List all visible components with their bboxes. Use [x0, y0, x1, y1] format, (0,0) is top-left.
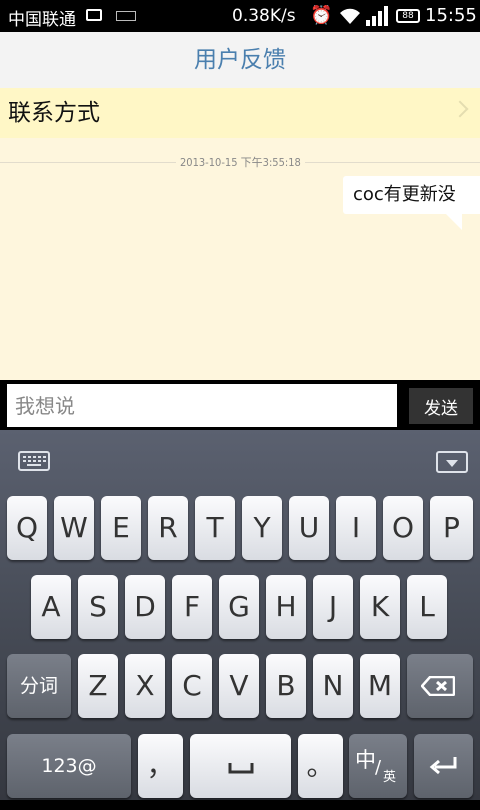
image-notification-icon — [86, 9, 102, 21]
message-input[interactable] — [7, 384, 397, 427]
space-key[interactable] — [190, 734, 291, 798]
contact-info-row[interactable]: 联系方式 — [0, 88, 480, 138]
contact-label: 联系方式 — [8, 100, 100, 126]
backspace-key[interactable] — [407, 654, 473, 718]
key-r[interactable]: R — [148, 496, 188, 560]
status-bar: 中国联通 0.38K/s ⏰ 88 15:55 — [0, 0, 480, 32]
language-slash: / — [375, 757, 382, 778]
key-w[interactable]: W — [54, 496, 94, 560]
message-text: coc有更新没 — [353, 184, 456, 205]
soft-keyboard: Q W E R T Y U I O P A S D F G H J K L 分词… — [0, 430, 480, 800]
keyboard-switch-icon[interactable] — [18, 451, 50, 471]
key-s[interactable]: S — [78, 575, 118, 639]
key-n[interactable]: N — [313, 654, 353, 718]
key-g[interactable]: G — [219, 575, 259, 639]
key-e[interactable]: E — [101, 496, 141, 560]
battery-icon: 88 — [396, 9, 420, 23]
bubble-tail — [446, 214, 462, 230]
key-a[interactable]: A — [31, 575, 71, 639]
wifi-icon — [340, 8, 360, 24]
carrier-label: 中国联通 — [8, 10, 76, 30]
space-icon — [228, 763, 253, 774]
enter-key[interactable] — [414, 734, 473, 798]
segment-key[interactable]: 分词 — [7, 654, 71, 718]
key-u[interactable]: U — [289, 496, 329, 560]
clock: 15:55 — [425, 5, 477, 26]
key-x[interactable]: X — [125, 654, 165, 718]
send-button[interactable]: 发送 — [409, 388, 473, 424]
key-j[interactable]: J — [313, 575, 353, 639]
key-d[interactable]: D — [125, 575, 165, 639]
signal-icon — [366, 6, 388, 26]
backspace-icon — [421, 676, 455, 696]
language-switch-key[interactable]: 中 / 英 — [349, 734, 407, 798]
hide-keyboard-icon[interactable] — [436, 451, 468, 473]
key-f[interactable]: F — [172, 575, 212, 639]
key-y[interactable]: Y — [242, 496, 282, 560]
key-c[interactable]: C — [172, 654, 212, 718]
keyboard-toolbar — [0, 430, 480, 490]
key-k[interactable]: K — [360, 575, 400, 639]
key-q[interactable]: Q — [7, 496, 47, 560]
key-l[interactable]: L — [407, 575, 447, 639]
message-timestamp: 2013-10-15 下午3:55:18 — [176, 154, 305, 170]
page-title: 用户反馈 — [194, 47, 286, 73]
key-v[interactable]: V — [219, 654, 259, 718]
language-primary: 中 — [355, 748, 376, 772]
message-bubble: coc有更新没 — [343, 176, 480, 214]
key-t[interactable]: T — [195, 496, 235, 560]
numbers-symbols-key[interactable]: 123@ — [7, 734, 131, 798]
key-h[interactable]: H — [266, 575, 306, 639]
enter-icon — [429, 757, 456, 775]
composer: 发送 — [0, 380, 480, 430]
net-speed: 0.38K/s — [232, 6, 296, 26]
key-i[interactable]: I — [336, 496, 376, 560]
key-b[interactable]: B — [266, 654, 306, 718]
chevron-right-icon — [451, 100, 469, 118]
chat-area[interactable]: 2013-10-15 下午3:55:18 coc有更新没 — [0, 138, 480, 380]
comma-key[interactable]: ， — [138, 734, 183, 798]
language-secondary: 英 — [383, 770, 397, 785]
keyboard-notification-icon — [116, 11, 136, 21]
period-key[interactable]: 。 — [298, 734, 343, 798]
alarm-icon: ⏰ — [310, 5, 333, 26]
key-o[interactable]: O — [383, 496, 423, 560]
key-z[interactable]: Z — [78, 654, 118, 718]
key-m[interactable]: M — [360, 654, 400, 718]
title-bar: 用户反馈 — [0, 32, 480, 88]
key-p[interactable]: P — [430, 496, 473, 560]
